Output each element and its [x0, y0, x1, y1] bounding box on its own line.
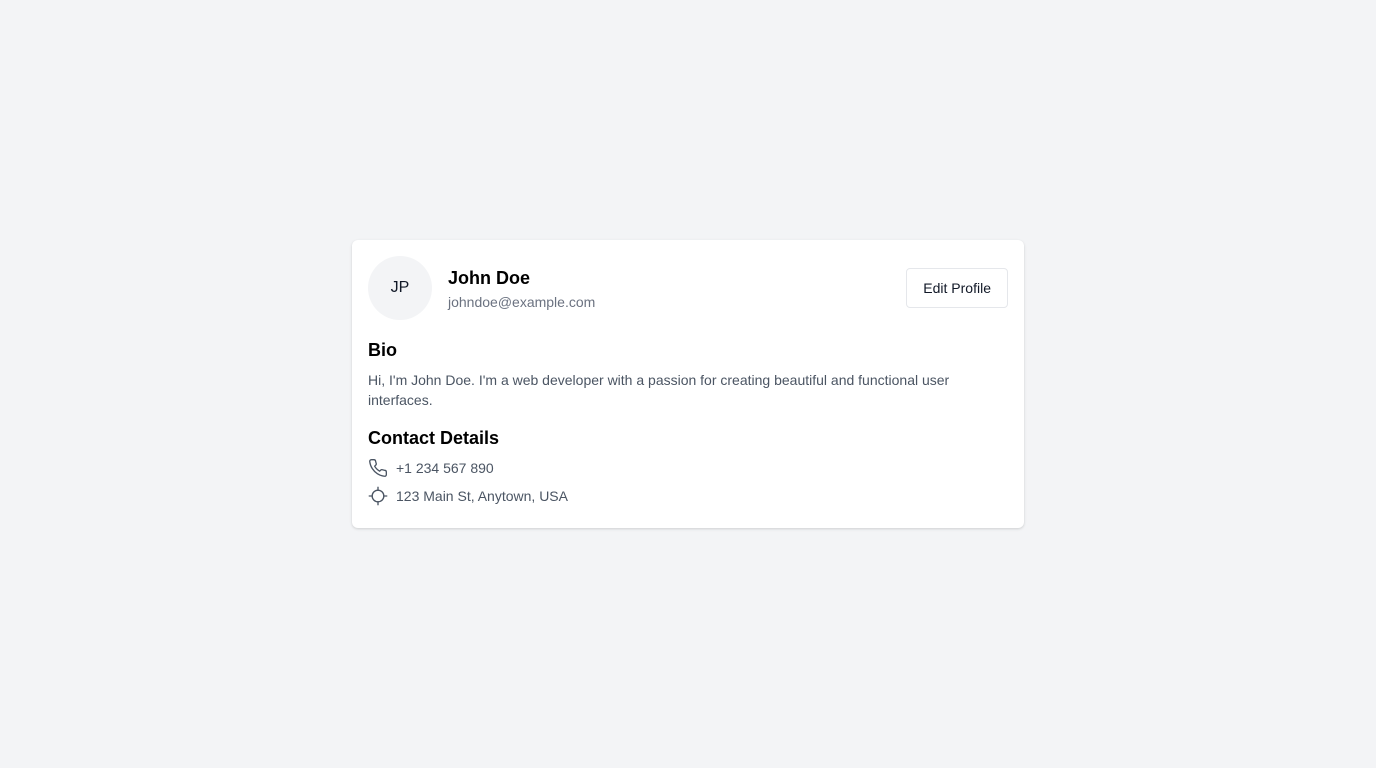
- bio-text: Hi, I'm John Doe. I'm a web developer wi…: [368, 372, 950, 408]
- location-icon: [368, 486, 388, 506]
- avatar-initials: JP: [390, 279, 410, 296]
- contact-phone: +1 234 567 890: [368, 458, 1008, 478]
- avatar: JP: [368, 256, 432, 320]
- profile-card: JP John Doe johndoe@example.com Edit Pro…: [352, 240, 1024, 528]
- profile-name: John Doe: [448, 268, 531, 288]
- phone-icon: [368, 458, 388, 478]
- bio-heading: Bio: [368, 340, 397, 360]
- profile-header: JP John Doe johndoe@example.com Edit Pro…: [368, 256, 1008, 320]
- profile-identity: John Doe johndoe@example.com: [448, 266, 595, 312]
- edit-profile-button[interactable]: Edit Profile: [906, 268, 1008, 308]
- contact-list: +1 234 567 890 123 Main St, Anytown, USA: [368, 458, 1008, 506]
- contact-details-heading: Contact Details: [368, 428, 500, 448]
- contact-address-text: 123 Main St, Anytown, USA: [396, 488, 568, 504]
- contact-address: 123 Main St, Anytown, USA: [368, 486, 1008, 506]
- profile-email: johndoe@example.com: [448, 294, 596, 310]
- contact-phone-text: +1 234 567 890: [396, 460, 494, 476]
